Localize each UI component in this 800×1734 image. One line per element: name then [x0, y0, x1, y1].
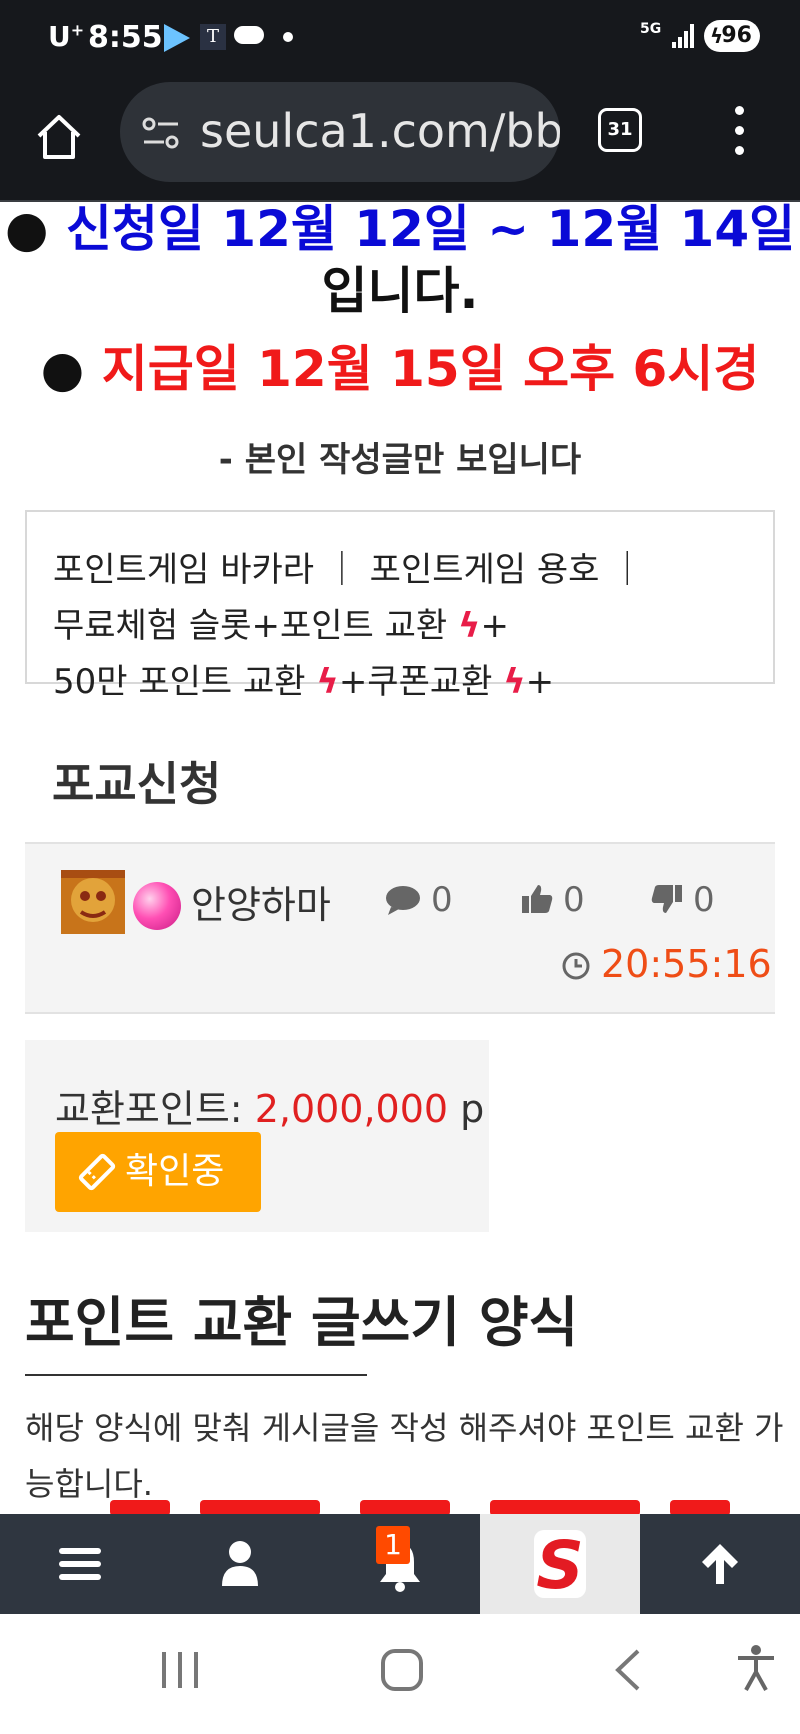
- clock-icon: [562, 952, 590, 980]
- game-links-line-2[interactable]: 무료체험 슬롯+포인트 교환 ϟ+: [53, 598, 644, 654]
- network-type: 5G: [640, 21, 662, 37]
- profile-button[interactable]: [160, 1514, 320, 1614]
- exchange-points-label: 교환포인트:: [55, 1087, 255, 1131]
- site-settings-icon[interactable]: [142, 116, 180, 150]
- avatar[interactable]: [61, 870, 125, 934]
- pay-date-text: 지급일 12월 15일 오후 6시경: [101, 340, 760, 398]
- comment-count: 0: [385, 880, 453, 920]
- battery-indicator: ϟ 96: [704, 20, 760, 52]
- charging-icon: ϟ: [710, 24, 724, 48]
- home-nav-icon[interactable]: [380, 1648, 424, 1692]
- comment-icon: [386, 886, 420, 915]
- bolt-icon: ϟ: [458, 606, 481, 646]
- user-icon: [222, 1541, 258, 1586]
- board-title: 포교신청: [52, 757, 222, 811]
- cloud-icon: [234, 26, 264, 44]
- game-links-box: 포인트게임 바카라 ｜ 포인트게임 용호 ｜ 무료체험 슬롯+포인트 교환 ϟ+…: [25, 510, 775, 702]
- carrier-label: U+: [48, 20, 85, 53]
- bolt-icon: ϟ: [503, 662, 526, 702]
- thumbs-up-icon: [522, 885, 553, 913]
- exchange-info-box: 교환포인트: 2,000,000 p 확인중: [25, 1040, 489, 1232]
- apply-date-text: 신청일 12월 12일 ~ 12월 14일: [65, 200, 796, 258]
- site-logo-icon: S: [534, 1527, 586, 1602]
- signal-icon: [672, 24, 696, 48]
- exchange-points: 교환포인트: 2,000,000 p: [55, 1078, 484, 1133]
- clock: 8:55: [88, 20, 163, 55]
- exchange-points-amount: 2,000,000: [254, 1087, 449, 1131]
- status-button[interactable]: 확인중: [55, 1132, 261, 1212]
- menu-icon: [59, 1548, 101, 1580]
- recents-icon[interactable]: [160, 1650, 200, 1690]
- author-name[interactable]: 안양하마: [191, 874, 331, 929]
- scroll-top-button[interactable]: [640, 1514, 800, 1614]
- form-description: 해당 양식에 맞춰 게시글을 작성 해주셔야 포인트 교환 가능합니다.: [25, 1409, 784, 1503]
- play-store-icon: [164, 24, 190, 52]
- system-nav-bar: [0, 1614, 800, 1734]
- thumbs-down-icon: [651, 885, 682, 913]
- notification-badge: 1: [376, 1526, 410, 1564]
- accessibility-icon[interactable]: [736, 1644, 776, 1692]
- avatar-image: [61, 870, 125, 934]
- url-text[interactable]: seulca1.com/bb: [200, 104, 560, 158]
- divider: [25, 1374, 367, 1376]
- more-options-icon[interactable]: [730, 106, 750, 156]
- apply-date-notice: ● 신청일 12월 12일 ~ 12월 14일입니다.: [0, 198, 800, 322]
- menu-button[interactable]: [0, 1514, 160, 1614]
- svg-text:S: S: [536, 1527, 584, 1602]
- notification-dot-icon: [283, 32, 293, 42]
- form-title: 포인트 교환 글쓰기 양식: [25, 1291, 579, 1354]
- home-icon[interactable]: [34, 112, 84, 162]
- back-icon[interactable]: [612, 1648, 642, 1692]
- arrow-up-icon: [702, 1544, 738, 1584]
- site-logo-button[interactable]: S: [480, 1514, 640, 1614]
- t-app-icon: T: [200, 24, 226, 50]
- tab-switcher-button[interactable]: 31: [598, 108, 642, 152]
- bullet: ●: [40, 340, 85, 398]
- game-links-line-1[interactable]: 포인트게임 바카라 ｜ 포인트게임 용호 ｜: [53, 542, 644, 598]
- like-count[interactable]: 0: [521, 880, 585, 920]
- apply-date-suffix: 입니다.: [321, 262, 479, 320]
- status-bar: U+ 8:55 T 5G ϟ 96: [0, 0, 800, 78]
- address-bar[interactable]: seulca1.com/bb: [120, 82, 560, 182]
- dislike-count[interactable]: 0: [651, 880, 715, 920]
- exchange-points-unit: p: [448, 1087, 485, 1131]
- post-time: 20:55:16: [561, 942, 772, 986]
- bolt-icon: ϟ: [316, 662, 339, 702]
- level-icon: [133, 882, 181, 930]
- ticket-icon: [78, 1153, 116, 1191]
- post-meta: 안양하마 0 0 0 20:55:16: [25, 842, 775, 1014]
- site-bottom-nav: 1 S: [0, 1514, 800, 1614]
- status-label: 확인중: [125, 1151, 225, 1192]
- own-posts-note: - 본인 작성글만 보입니다: [218, 440, 582, 480]
- bullet: ●: [4, 200, 49, 258]
- game-links-line-3[interactable]: 50만 포인트 교환 ϟ+쿠폰교환 ϟ+: [53, 654, 644, 710]
- pay-date-notice: ● 지급일 12월 15일 오후 6시경: [0, 336, 800, 402]
- browser-toolbar: seulca1.com/bb 31: [0, 78, 800, 202]
